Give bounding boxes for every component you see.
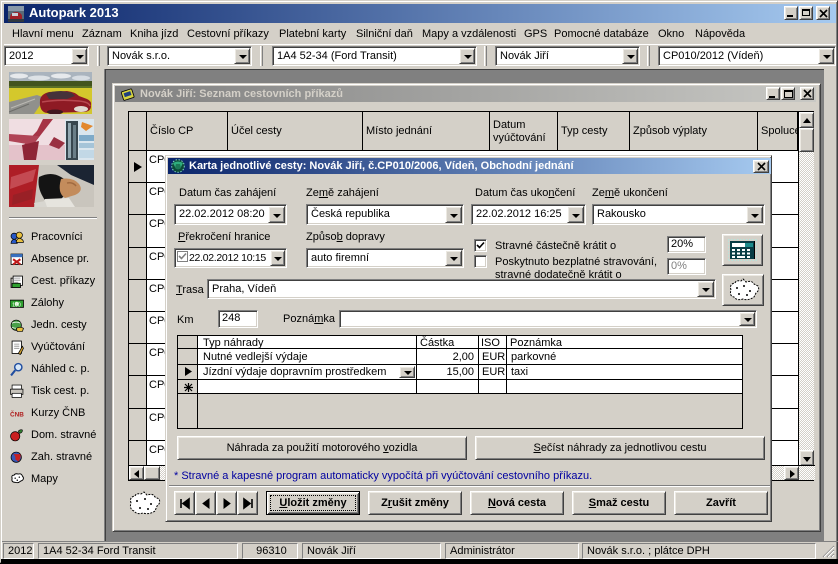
svg-text:100: 100 <box>12 302 21 308</box>
svg-text:ČNB: ČNB <box>10 409 24 418</box>
